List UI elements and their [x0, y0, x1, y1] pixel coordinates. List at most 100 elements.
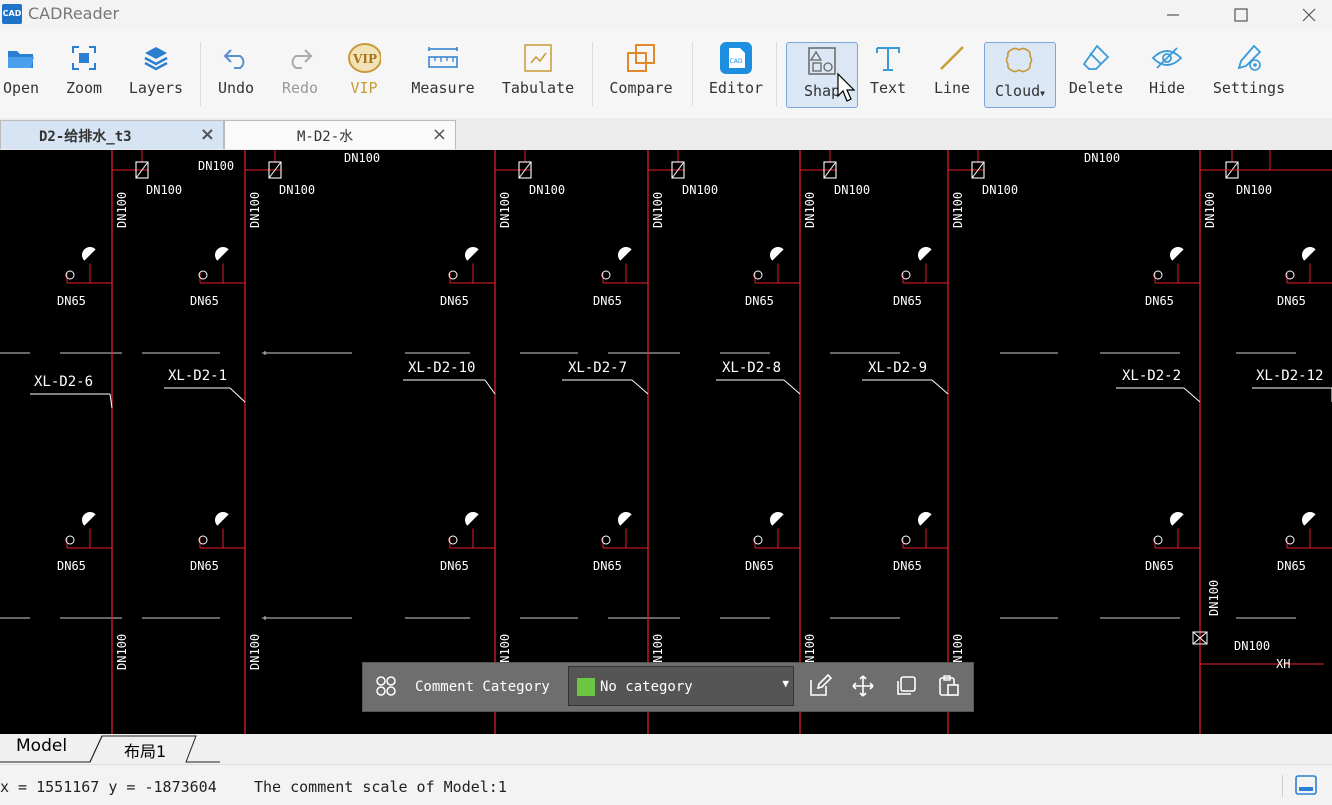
dn100-label: DN100	[1084, 151, 1120, 165]
category-grid-icon[interactable]	[373, 673, 399, 699]
measure-button[interactable]: Measure	[408, 40, 478, 112]
settings-button[interactable]: Settings	[1210, 40, 1288, 112]
close-tab-icon[interactable]: ×	[432, 124, 447, 145]
line-tool-icon	[935, 40, 969, 76]
dn100-label: DN100	[834, 183, 870, 197]
undo-button[interactable]: Undo	[214, 40, 258, 112]
drawing-canvas[interactable]: DN100 DN100 DN100 DN100 DN100 DN100 DN100 DN100…	[0, 150, 1332, 734]
riser-tag-label: XL-D2-9	[868, 360, 927, 376]
dn65-label: DN65	[745, 294, 774, 308]
zoom-label: Zoom	[65, 79, 103, 97]
line-button[interactable]: Line	[930, 40, 974, 112]
ruler-icon	[426, 40, 460, 76]
document-tab-bar: D2-给排水_t3 × M-D2-水 ×	[0, 118, 1332, 151]
text-label: Text	[869, 79, 907, 97]
settings-label: Settings	[1212, 79, 1286, 97]
dn65-label: DN65	[440, 559, 469, 573]
dn65-label: DN65	[745, 559, 774, 573]
mouse-cursor-icon	[836, 72, 856, 108]
folder-icon	[4, 40, 38, 76]
dn65-label: DN65	[57, 559, 86, 573]
dn100-label: DN100	[682, 183, 718, 197]
dn100-vertical-label: DN100	[498, 192, 512, 228]
dn65-label: DN65	[593, 559, 622, 573]
dn65-label: DN65	[1277, 294, 1306, 308]
riser-tag-label: XL-D2-8	[722, 360, 781, 376]
toolbar-separator	[592, 42, 593, 106]
main-toolbar: Open Zoom Layers Undo Redo VIP VIP Measu…	[0, 30, 1332, 118]
panel-toggle-icon[interactable]	[1294, 774, 1318, 800]
compare-icon	[624, 40, 658, 76]
dn100-label: DN100	[982, 183, 1018, 197]
close-tab-icon[interactable]: ×	[200, 124, 215, 145]
tabulate-button[interactable]: Tabulate	[500, 40, 576, 112]
toolbar-separator	[776, 42, 777, 106]
move-icon[interactable]	[850, 673, 876, 699]
measure-label: Measure	[411, 79, 475, 97]
dn100-label: DN100	[146, 183, 182, 197]
dn65-label: DN65	[893, 559, 922, 573]
hide-label: Hide	[1148, 79, 1186, 97]
tabulate-label: Tabulate	[501, 79, 575, 97]
hide-button[interactable]: Hide	[1144, 40, 1190, 112]
dn100-label: DN100	[1234, 639, 1270, 653]
delete-button[interactable]: Delete	[1066, 40, 1126, 112]
vip-button[interactable]: VIP VIP	[342, 40, 386, 112]
redo-label: Redo	[281, 79, 319, 97]
tag-leader	[484, 379, 496, 395]
paste-icon[interactable]	[936, 673, 962, 699]
redo-icon	[283, 40, 317, 76]
text-tool-icon	[871, 40, 905, 76]
text-button[interactable]: Text	[866, 40, 910, 112]
toolbar-separator	[200, 42, 201, 106]
layers-button[interactable]: Layers	[124, 40, 188, 112]
cloud-button[interactable]: Cloud▼	[984, 42, 1056, 108]
tab-m-d2-water[interactable]: M-D2-水 ×	[224, 120, 456, 149]
minimize-button[interactable]	[1150, 0, 1196, 30]
edit-comment-icon[interactable]	[807, 673, 833, 699]
redo-button[interactable]: Redo	[278, 40, 322, 112]
maximize-button[interactable]	[1218, 0, 1264, 30]
shape-label: Shap	[803, 82, 841, 100]
undo-label: Undo	[217, 79, 255, 97]
model-tab[interactable]: Model	[16, 736, 67, 756]
dn100-label: DN100	[1236, 183, 1272, 197]
copy-icon[interactable]	[893, 673, 919, 699]
compare-button[interactable]: Compare	[606, 40, 676, 112]
layout1-tab[interactable]: 布局1	[124, 738, 166, 762]
riser-tag-label: XL-D2-2	[1122, 368, 1181, 384]
eraser-icon	[1079, 40, 1113, 76]
dn100-label: DN100	[529, 183, 565, 197]
dn100-vertical-label: DN100	[248, 634, 262, 670]
comment-toolbar: Comment Category No category ▼	[362, 662, 974, 712]
compare-label: Compare	[609, 79, 673, 97]
dn65-label: DN65	[893, 294, 922, 308]
riser-tag-label: XL-D2-12	[1256, 368, 1323, 384]
open-button[interactable]: Open	[0, 40, 42, 112]
riser-tag-label: XL-D2-1	[168, 368, 227, 384]
dn100-vertical-label: DN100	[651, 192, 665, 228]
undo-icon	[219, 40, 253, 76]
dn65-label: DN65	[440, 294, 469, 308]
vip-label: VIP	[350, 79, 378, 97]
settings-pen-icon	[1232, 40, 1266, 76]
riser-tag-label: XL-D2-10	[408, 360, 475, 376]
editor-button[interactable]: CAD Editor	[706, 40, 766, 112]
dn100-vertical-label: DN100	[115, 634, 129, 670]
tab-label: M-D2-水	[297, 129, 354, 145]
riser-tag-label: XL-D2-7	[568, 360, 627, 376]
zoom-button[interactable]: Zoom	[62, 40, 106, 112]
chevron-down-icon: ▼	[782, 677, 789, 690]
delete-label: Delete	[1068, 79, 1124, 97]
svg-text:CAD: CAD	[730, 58, 743, 65]
layers-icon	[139, 40, 173, 76]
dn100-label: DN100	[344, 151, 380, 165]
dn65-label: DN65	[190, 294, 219, 308]
tab-d2-drainage[interactable]: D2-给排水_t3 ×	[0, 120, 224, 149]
comment-category-label: Comment Category	[415, 679, 550, 695]
close-button[interactable]	[1286, 0, 1332, 30]
category-dropdown[interactable]: No category ▼	[568, 666, 794, 706]
cad-app-icon: CAD	[2, 4, 22, 24]
coordinates-readout: x = 1551167 y = -1873604	[0, 778, 217, 796]
shape-icon	[805, 43, 839, 79]
